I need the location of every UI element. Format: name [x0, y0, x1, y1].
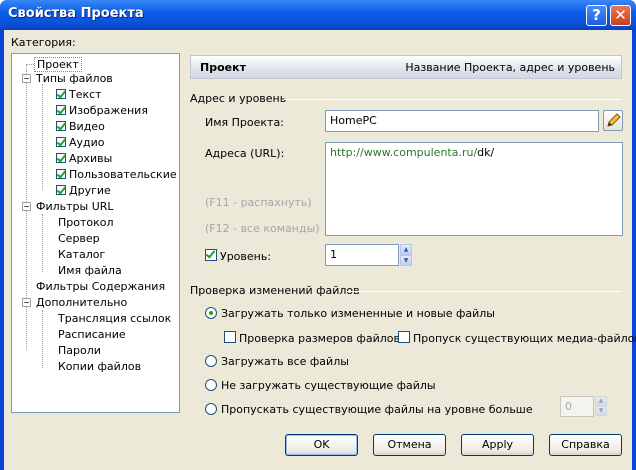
radio-label: Загружать все файлы — [221, 355, 349, 368]
tree-item-catalog[interactable]: Каталог — [58, 248, 105, 261]
hint-f12: (F12 - все команды) — [205, 222, 320, 235]
spin-up-icon[interactable]: ▲ — [595, 396, 607, 406]
tree-item-protocol[interactable]: Протокол — [58, 216, 114, 229]
tree-item-audio[interactable]: Аудио — [56, 136, 105, 149]
url-value-suffix: dk/ — [477, 146, 495, 159]
category-tree[interactable]: Проект − Типы файлов Текст Изображения В… — [11, 53, 180, 413]
checkbox-icon[interactable] — [56, 169, 66, 179]
window-title: Свойства Проекта — [8, 6, 144, 21]
checkbox-icon[interactable] — [56, 185, 66, 195]
radio-label: Не загружать существующие файлы — [221, 379, 436, 392]
tree-item-other[interactable]: Другие — [56, 184, 111, 197]
level-field[interactable]: 1 — [325, 244, 399, 266]
page-title: Проект — [200, 61, 246, 74]
tree-item-content-filters[interactable]: Фильтры Содержания — [36, 280, 165, 293]
radio-changed-new[interactable]: Загружать только измененные и новые файл… — [205, 307, 495, 320]
tree-item-label: Пользовательские — [69, 168, 177, 181]
tree-item-filename[interactable]: Имя файла — [58, 264, 122, 277]
tree-item-video[interactable]: Видео — [56, 120, 105, 133]
spin-down-icon[interactable]: ▼ — [400, 255, 412, 266]
checkbox-label: Проверка размеров файлов — [239, 332, 400, 345]
hint-f11: (F11 - распахнуть) — [205, 196, 312, 209]
checkbox-icon[interactable] — [398, 331, 410, 343]
group-divider — [284, 99, 622, 100]
edit-pencil-icon[interactable] — [603, 110, 623, 131]
checkbox-icon[interactable] — [56, 105, 66, 115]
spin-up-icon[interactable]: ▲ — [400, 244, 412, 255]
category-label: Категория: — [11, 36, 76, 49]
collapse-icon[interactable]: − — [22, 74, 31, 83]
spin-down-icon[interactable]: ▼ — [595, 406, 607, 416]
tree-item-project[interactable]: Проект — [34, 57, 82, 72]
tree-item-custom[interactable]: Пользовательские — [56, 168, 177, 181]
radio-label: Пропускать существующие файлы на уровне … — [221, 403, 533, 416]
level-label: Уровень: — [220, 250, 272, 263]
tree-item-file-copies[interactable]: Копии файлов — [58, 360, 141, 373]
radio-skip-existing[interactable]: Не загружать существующие файлы — [205, 379, 436, 392]
tree-connector — [42, 84, 43, 190]
radio-icon[interactable] — [205, 307, 217, 319]
radio-icon[interactable] — [205, 355, 217, 367]
apply-button[interactable]: Apply — [461, 434, 534, 456]
tree-item-file-types[interactable]: Типы файлов — [36, 72, 113, 85]
tree-item-url-filters[interactable]: Фильтры URL — [36, 200, 114, 213]
checkbox-icon[interactable] — [224, 331, 236, 343]
title-bar[interactable]: Свойства Проекта ? ✕ — [0, 0, 636, 30]
collapse-icon[interactable]: − — [22, 298, 31, 307]
skip-level-field[interactable]: 0 — [560, 396, 594, 417]
close-icon[interactable]: ✕ — [610, 5, 631, 26]
tree-item-label: Архивы — [69, 152, 113, 165]
group-divider — [346, 291, 622, 292]
dialog-window: Свойства Проекта ? ✕ Категория: Проект −… — [0, 0, 636, 470]
checkbox-icon[interactable] — [205, 249, 217, 261]
skip-media-checkbox[interactable]: Пропуск существующих медиа-файлов — [398, 331, 636, 345]
tree-item-label: Аудио — [69, 136, 105, 149]
checkbox-icon[interactable] — [56, 121, 66, 131]
tree-item-schedule[interactable]: Расписание — [58, 328, 126, 341]
project-name-field[interactable]: HomePC — [325, 110, 599, 132]
tree-item-server[interactable]: Сервер — [58, 232, 100, 245]
tree-connector — [42, 310, 43, 368]
radio-icon[interactable] — [205, 379, 217, 391]
tree-item-label: Видео — [69, 120, 105, 133]
help-button[interactable]: Справка — [549, 434, 622, 456]
radio-skip-level[interactable]: Пропускать существующие файлы на уровне … — [205, 403, 533, 416]
radio-all-files[interactable]: Загружать все файлы — [205, 355, 349, 368]
collapse-icon[interactable]: − — [22, 202, 31, 211]
tree-item-label: Текст — [69, 88, 102, 101]
help-title-button[interactable]: ? — [586, 5, 607, 26]
ok-button[interactable]: OK — [285, 434, 358, 456]
radio-label: Загружать только измененные и новые файл… — [221, 307, 495, 320]
url-value-prefix: http://www.compulenta.ru/ — [330, 146, 478, 159]
address-group-title: Адрес и уровень — [190, 92, 287, 105]
url-label: Адреса (URL): — [205, 147, 285, 160]
checkbox-icon[interactable] — [56, 137, 66, 147]
tree-item-label: Другие — [69, 184, 111, 197]
tree-connector — [42, 214, 43, 272]
checkbox-icon[interactable] — [56, 153, 66, 163]
check-sizes-checkbox[interactable]: Проверка размеров файлов — [224, 331, 400, 345]
tree-item-archives[interactable]: Архивы — [56, 152, 112, 165]
tree-item-passwords[interactable]: Пароли — [58, 344, 101, 357]
tree-item-text[interactable]: Текст — [56, 88, 102, 101]
level-checkbox[interactable]: Уровень: — [205, 249, 271, 263]
tree-item-link-translation[interactable]: Трансляция ссылок — [58, 312, 171, 325]
project-name-label: Имя Проекта: — [205, 116, 284, 129]
tree-item-label: Изображения — [69, 104, 148, 117]
tree-item-images[interactable]: Изображения — [56, 104, 148, 117]
checkbox-icon[interactable] — [56, 89, 66, 99]
check-group-title: Проверка изменений файлов — [190, 284, 360, 297]
url-textarea[interactable]: http://www.compulenta.ru/dk/ — [325, 142, 623, 236]
checkbox-label: Пропуск существующих медиа-файлов — [413, 332, 636, 345]
page-header: Проект Название Проекта, адрес и уровень — [190, 55, 622, 79]
page-subtitle: Название Проекта, адрес и уровень — [405, 61, 615, 74]
cancel-button[interactable]: Отмена — [373, 434, 446, 456]
radio-icon[interactable] — [205, 403, 217, 415]
tree-item-advanced[interactable]: Дополнительно — [36, 296, 127, 309]
